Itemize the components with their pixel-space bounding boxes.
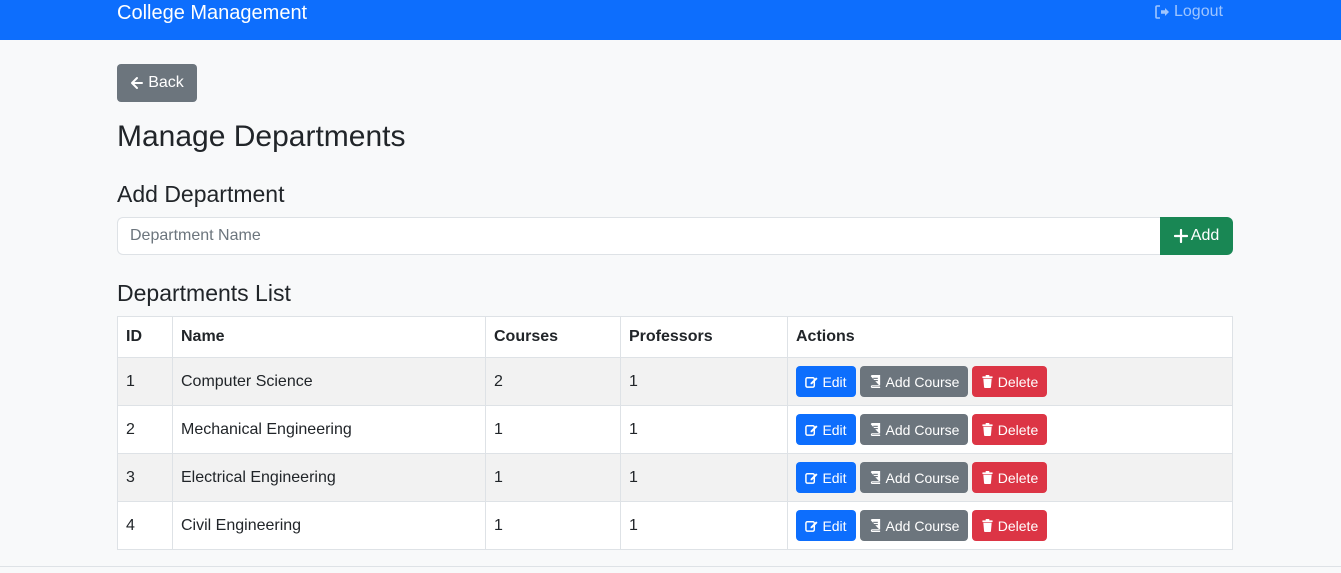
table-body: 1 Computer Science 2 1 Edit Add Course D… — [117, 357, 1233, 550]
logout-label: Logout — [1174, 3, 1223, 20]
table-header-row: ID Name Courses Professors Actions — [117, 316, 1233, 358]
column-header-name: Name — [172, 316, 486, 358]
top-navbar: College Management Logout — [0, 0, 1341, 40]
trash-icon — [982, 375, 993, 388]
row-actions: Edit Add Course Delete — [796, 366, 1224, 397]
edit-label: Edit — [822, 469, 847, 486]
edit-label: Edit — [822, 517, 847, 534]
page-divider — [0, 566, 1341, 567]
add-course-label: Add Course — [885, 421, 960, 438]
delete-label: Delete — [997, 469, 1039, 486]
row-actions: Edit Add Course Delete — [796, 414, 1224, 445]
book-icon — [870, 471, 880, 484]
cell-id: 3 — [117, 453, 173, 502]
cell-professors: 1 — [620, 453, 788, 502]
cell-courses: 1 — [485, 501, 621, 550]
cell-actions: Edit Add Course Delete — [787, 405, 1233, 454]
brand-title[interactable]: College Management — [117, 1, 307, 25]
cell-id: 2 — [117, 405, 173, 454]
plus-icon — [1173, 229, 1188, 243]
table-row: 1 Computer Science 2 1 Edit Add Course D… — [117, 357, 1233, 406]
cell-actions: Edit Add Course Delete — [787, 357, 1233, 406]
delete-button[interactable]: Delete — [972, 510, 1047, 541]
edit-button[interactable]: Edit — [796, 366, 856, 397]
trash-icon — [982, 519, 993, 532]
table-row: 2 Mechanical Engineering 1 1 Edit Add Co… — [117, 405, 1233, 454]
table-row: 3 Electrical Engineering 1 1 Edit Add Co… — [117, 453, 1233, 502]
trash-icon — [982, 423, 993, 436]
delete-button[interactable]: Delete — [972, 462, 1047, 493]
edit-icon — [805, 377, 818, 388]
cell-actions: Edit Add Course Delete — [787, 453, 1233, 502]
add-course-label: Add Course — [885, 373, 960, 390]
add-course-button[interactable]: Add Course — [860, 510, 968, 541]
cell-name: Mechanical Engineering — [172, 405, 486, 454]
cell-name: Computer Science — [172, 357, 486, 406]
sign-out-icon — [1155, 5, 1169, 19]
delete-label: Delete — [997, 517, 1039, 534]
delete-button[interactable]: Delete — [972, 366, 1047, 397]
add-department-form: Add — [117, 217, 1233, 255]
trash-icon — [982, 471, 993, 484]
cell-id: 1 — [117, 357, 173, 406]
book-icon — [870, 375, 880, 388]
cell-name: Civil Engineering — [172, 501, 486, 550]
row-actions: Edit Add Course Delete — [796, 510, 1224, 541]
cell-courses: 1 — [485, 405, 621, 454]
cell-name: Electrical Engineering — [172, 453, 486, 502]
add-course-button[interactable]: Add Course — [860, 414, 968, 445]
edit-button[interactable]: Edit — [796, 414, 856, 445]
edit-icon — [805, 425, 818, 436]
departments-list-heading: Departments List — [117, 280, 291, 306]
department-name-input[interactable] — [117, 217, 1160, 255]
delete-label: Delete — [997, 373, 1039, 390]
column-header-professors: Professors — [620, 316, 788, 358]
edit-icon — [805, 473, 818, 484]
cell-actions: Edit Add Course Delete — [787, 501, 1233, 550]
add-label: Add — [1190, 227, 1220, 244]
column-header-id: ID — [117, 316, 173, 358]
edit-button[interactable]: Edit — [796, 462, 856, 493]
delete-label: Delete — [997, 421, 1039, 438]
add-department-heading: Add Department — [117, 181, 285, 207]
cell-professors: 1 — [620, 501, 788, 550]
row-actions: Edit Add Course Delete — [796, 462, 1224, 493]
edit-label: Edit — [822, 421, 847, 438]
add-course-label: Add Course — [885, 517, 960, 534]
cell-id: 4 — [117, 501, 173, 550]
column-header-actions: Actions — [787, 316, 1233, 358]
arrow-left-icon — [131, 77, 144, 89]
edit-label: Edit — [822, 373, 847, 390]
cell-courses: 1 — [485, 453, 621, 502]
add-course-label: Add Course — [885, 469, 960, 486]
edit-icon — [805, 521, 818, 532]
edit-button[interactable]: Edit — [796, 510, 856, 541]
delete-button[interactable]: Delete — [972, 414, 1047, 445]
add-course-button[interactable]: Add Course — [860, 462, 968, 493]
column-header-courses: Courses — [485, 316, 621, 358]
cell-professors: 1 — [620, 405, 788, 454]
departments-table: ID Name Courses Professors Actions 1 Com… — [117, 316, 1233, 550]
cell-professors: 1 — [620, 357, 788, 406]
add-department-button[interactable]: Add — [1160, 217, 1233, 255]
book-icon — [870, 423, 880, 436]
back-button[interactable]: Back — [117, 64, 197, 102]
logout-link[interactable]: Logout — [1154, 2, 1223, 22]
page-title: Manage Departments — [117, 120, 406, 153]
back-label: Back — [148, 74, 184, 91]
table-row: 4 Civil Engineering 1 1 Edit Add Course … — [117, 501, 1233, 550]
book-icon — [870, 519, 880, 532]
cell-courses: 2 — [485, 357, 621, 406]
add-course-button[interactable]: Add Course — [860, 366, 968, 397]
